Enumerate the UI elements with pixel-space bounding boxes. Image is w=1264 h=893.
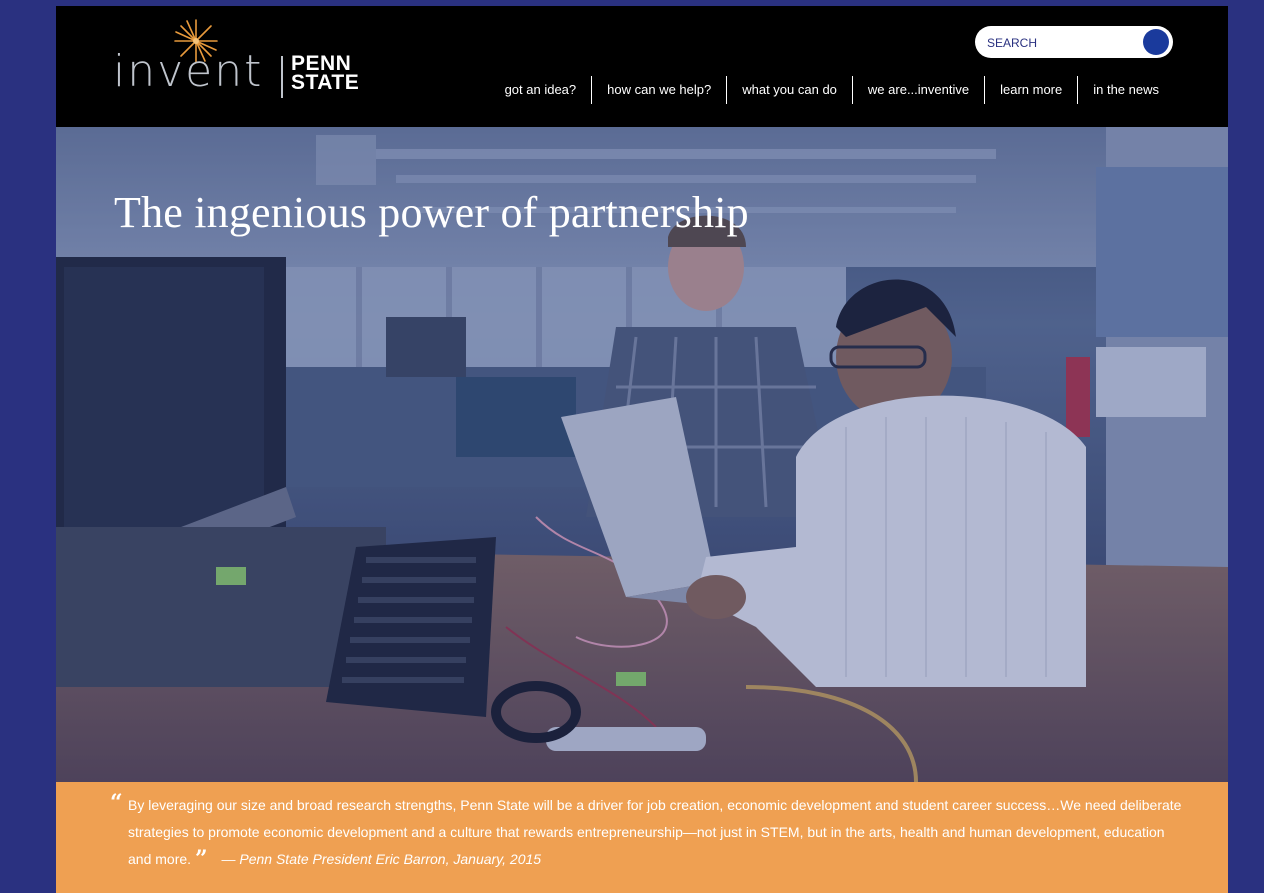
logo-divider — [281, 56, 283, 98]
nav-item-in-the-news[interactable]: in the news — [1077, 76, 1174, 104]
main-nav: got an idea? how can we help? what you c… — [490, 76, 1174, 104]
close-quote-mark: ” — [194, 846, 208, 872]
nav-item-how-can-we-help[interactable]: how can we help? — [591, 76, 726, 104]
quote-block: “ By leveraging our size and broad resea… — [110, 790, 1188, 873]
penn-state-wordmark: PENN STATE — [291, 53, 360, 94]
nav-item-learn-more[interactable]: learn more — [984, 76, 1077, 104]
open-quote-mark: “ — [110, 790, 123, 816]
hero-title: The ingenious power of partnership — [114, 188, 749, 237]
logo-word: invent — [113, 46, 264, 97]
nav-item-we-are-inventive[interactable]: we are...inventive — [851, 76, 984, 104]
nav-item-what-you-can-do[interactable]: what you can do — [726, 76, 852, 104]
quote-band: “ By leveraging our size and broad resea… — [56, 782, 1228, 893]
logo-penn-line2: STATE — [291, 71, 360, 94]
invent-penn-state-logo[interactable]: invent PENN STATE — [113, 19, 373, 104]
site-header: invent PENN STATE got an idea? how can w… — [56, 6, 1228, 127]
page: invent PENN STATE got an idea? how can w… — [56, 6, 1228, 893]
search-input[interactable] — [985, 32, 1139, 54]
nav-item-got-an-idea[interactable]: got an idea? — [490, 76, 592, 104]
quote-citation: — Penn State President Eric Barron, Janu… — [221, 851, 542, 867]
search-box — [975, 26, 1173, 58]
hero-banner: The ingenious power of partnership — [56, 127, 1228, 782]
search-button[interactable] — [1143, 29, 1169, 55]
